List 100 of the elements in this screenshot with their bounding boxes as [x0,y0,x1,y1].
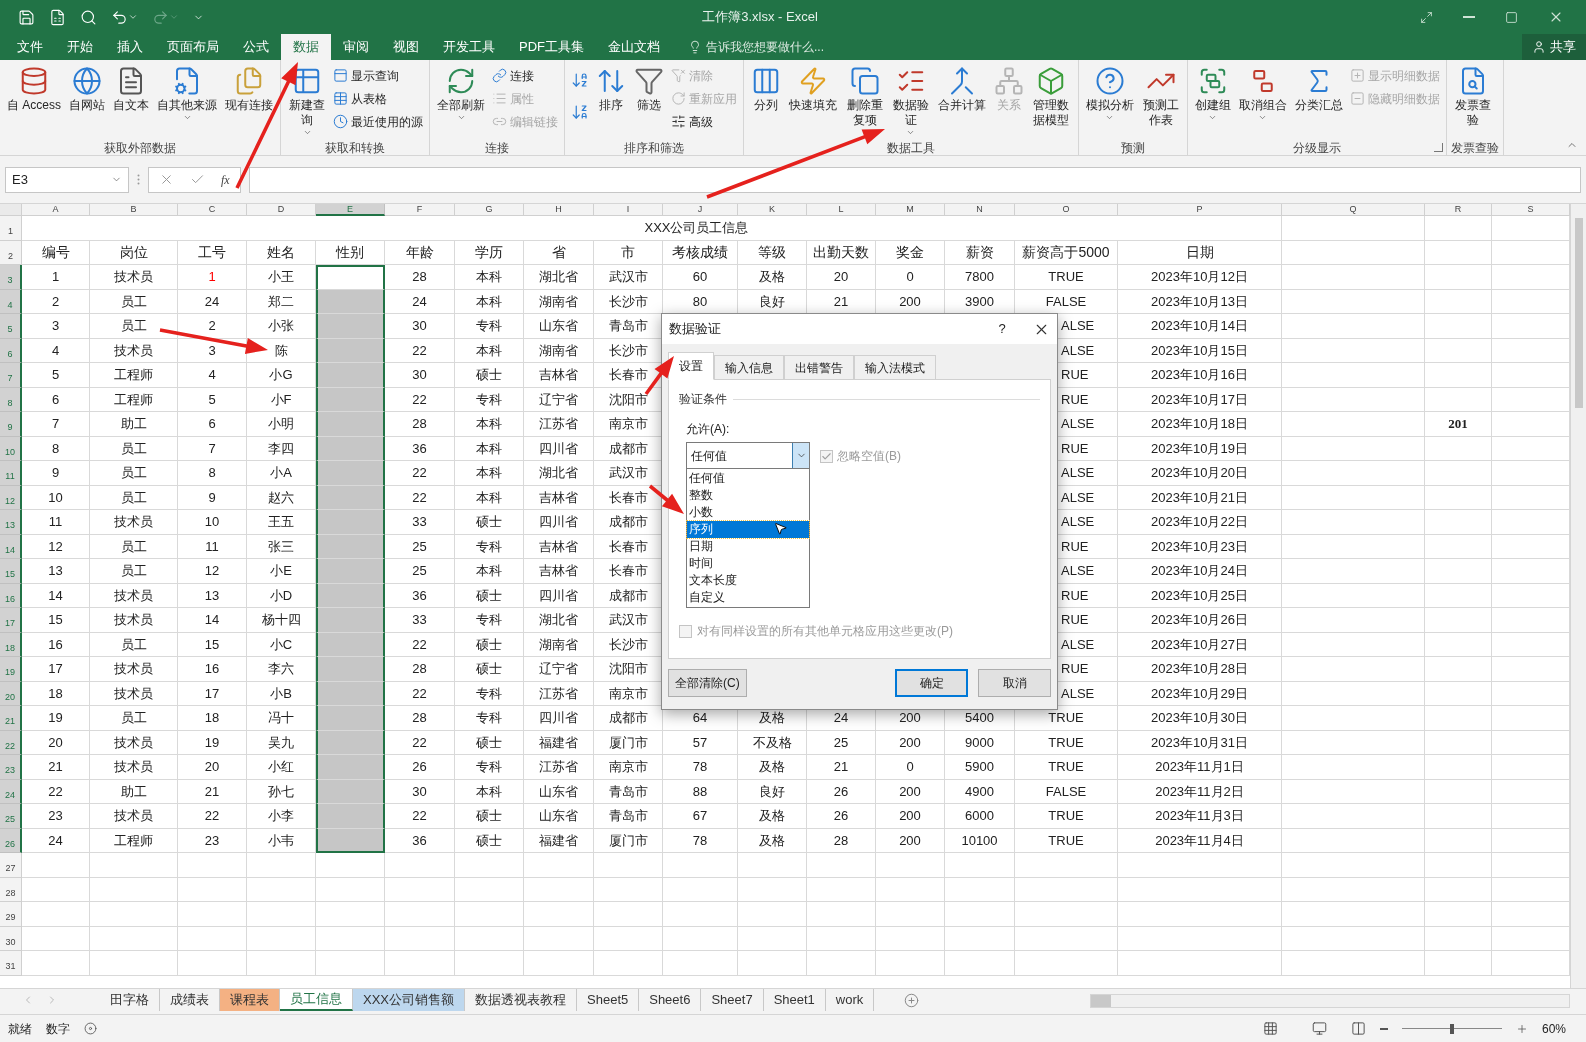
selected-cell[interactable] [316,804,385,829]
scrollbar-thumb[interactable] [1091,995,1111,1007]
touch-mode-button[interactable] [49,8,66,26]
row-header[interactable]: 10 [0,436,22,461]
row-header[interactable]: 29 [0,902,22,927]
row-header[interactable]: 12 [0,485,22,510]
row-header[interactable]: 8 [0,387,22,412]
sheet-tab[interactable]: XXX公司销售额 [353,989,465,1011]
dropdown-option[interactable]: 自定义 [687,589,809,606]
row-header[interactable]: 31 [0,951,22,976]
ribbon-tab[interactable]: 数据 [281,34,331,60]
selected-cell[interactable] [316,485,385,510]
maximize-button[interactable] [1505,10,1518,24]
row-header[interactable]: 7 [0,363,22,388]
dropdown-option[interactable]: 时间 [687,555,809,572]
add-sheet-button[interactable] [904,993,920,1008]
name-box[interactable]: E3 [5,166,129,193]
dialog-button[interactable]: 确定 [895,669,968,697]
row-header[interactable]: 25 [0,804,22,829]
ribbon-tab[interactable]: 公式 [231,34,281,60]
column-header[interactable]: H [524,204,594,216]
column-header[interactable]: G [455,204,524,216]
selected-cell[interactable] [316,559,385,584]
formula-field[interactable] [248,166,1581,193]
ribbon-button[interactable]: 快速填充 [786,64,841,140]
selected-cell[interactable] [316,436,385,461]
allow-dropdown[interactable]: 任何值 [686,442,810,469]
column-header[interactable]: O [1015,204,1118,216]
sheet-tab[interactable]: 数据透视表教程 [465,989,577,1011]
row-header[interactable]: 14 [0,534,22,559]
save-button[interactable] [18,8,35,26]
selected-cell[interactable] [316,681,385,706]
row-header[interactable]: 15 [0,559,22,584]
page-layout-button[interactable] [1312,1021,1327,1036]
column-header[interactable]: I [594,204,663,216]
column-header[interactable]: A [22,204,90,216]
ribbon-button[interactable]: 新建查询 [285,64,330,140]
ribbon-button[interactable]: 管理数据模型 [1029,64,1074,140]
row-header[interactable]: 17 [0,608,22,633]
zoom-level[interactable]: 60% [1542,1019,1578,1038]
dialog-tab[interactable]: 出错警告 [784,355,854,380]
normal-view-button[interactable] [1263,1021,1278,1036]
dialog-tab[interactable]: 设置 [668,352,714,380]
ribbon-button[interactable]: 分列 [748,64,785,140]
ribbon-tab[interactable]: 文件 [5,34,55,60]
ribbon-display-button[interactable] [1420,10,1433,24]
active-cell[interactable] [316,265,385,290]
row-header[interactable]: 16 [0,583,22,608]
sheet-tab[interactable]: 员工信息 [280,989,353,1011]
dialog-button[interactable]: 取消 [978,669,1051,697]
row-header[interactable]: 30 [0,926,22,951]
column-header[interactable]: B [90,204,178,216]
dropdown-toggle[interactable] [792,443,809,468]
selected-cell[interactable] [316,363,385,388]
selected-cell[interactable] [316,338,385,363]
ribbon-button[interactable]: 模拟分析 [1082,64,1137,140]
selected-cell[interactable] [316,608,385,633]
ribbon-button[interactable]: 自文本 [110,64,152,140]
ribbon-button[interactable]: 自网站 [66,64,108,140]
ribbon-button[interactable]: 从表格 [331,87,426,110]
ribbon-button[interactable]: 发票查验 [1450,64,1496,140]
selected-cell[interactable] [316,534,385,559]
row-header[interactable]: 4 [0,289,22,314]
row-header[interactable]: 18 [0,632,22,657]
sheet-tab[interactable]: Sheet5 [577,989,640,1011]
ribbon-button[interactable]: 全部刷新 [434,64,489,140]
selected-cell[interactable] [316,289,385,314]
ribbon-button[interactable]: 创建组 [1191,64,1234,140]
page-break-button[interactable] [1351,1021,1366,1036]
row-header[interactable]: 26 [0,828,22,853]
ribbon-button[interactable]: 连接 [490,64,561,87]
dropdown-option[interactable]: 序列 [687,521,809,538]
print-preview-button[interactable] [80,8,97,26]
sheet-tab[interactable]: Sheet6 [639,989,702,1011]
selected-cell[interactable] [316,755,385,780]
column-header[interactable]: M [876,204,945,216]
row-header[interactable]: 6 [0,338,22,363]
column-header[interactable]: P [1118,204,1282,216]
dropdown-option[interactable]: 任何值 [687,470,809,487]
ribbon-tab[interactable]: 插入 [105,34,155,60]
sheet-tab[interactable]: Sheet1 [763,989,826,1011]
ribbon-tab[interactable]: 页面布局 [155,34,231,60]
scrollbar-thumb[interactable] [1574,218,1583,408]
row-header[interactable]: 1 [0,216,22,241]
row-header[interactable]: 5 [0,314,22,339]
selected-cell[interactable] [316,706,385,731]
selected-cell[interactable] [316,510,385,535]
selected-cell[interactable] [316,730,385,755]
sheet-tab[interactable]: Sheet7 [701,989,764,1011]
row-header[interactable]: 22 [0,730,22,755]
column-header[interactable]: C [178,204,247,216]
selected-cell[interactable] [316,412,385,437]
column-header[interactable]: E [316,204,385,216]
row-header[interactable]: 27 [0,853,22,878]
selected-cell[interactable] [316,387,385,412]
dialog-launcher-button[interactable] [1433,143,1443,152]
zoom-in-button[interactable] [1516,1022,1528,1035]
row-header[interactable]: 2 [0,240,22,265]
ribbon-button[interactable]: 合并计算 [935,64,990,140]
row-header[interactable]: 3 [0,265,22,290]
